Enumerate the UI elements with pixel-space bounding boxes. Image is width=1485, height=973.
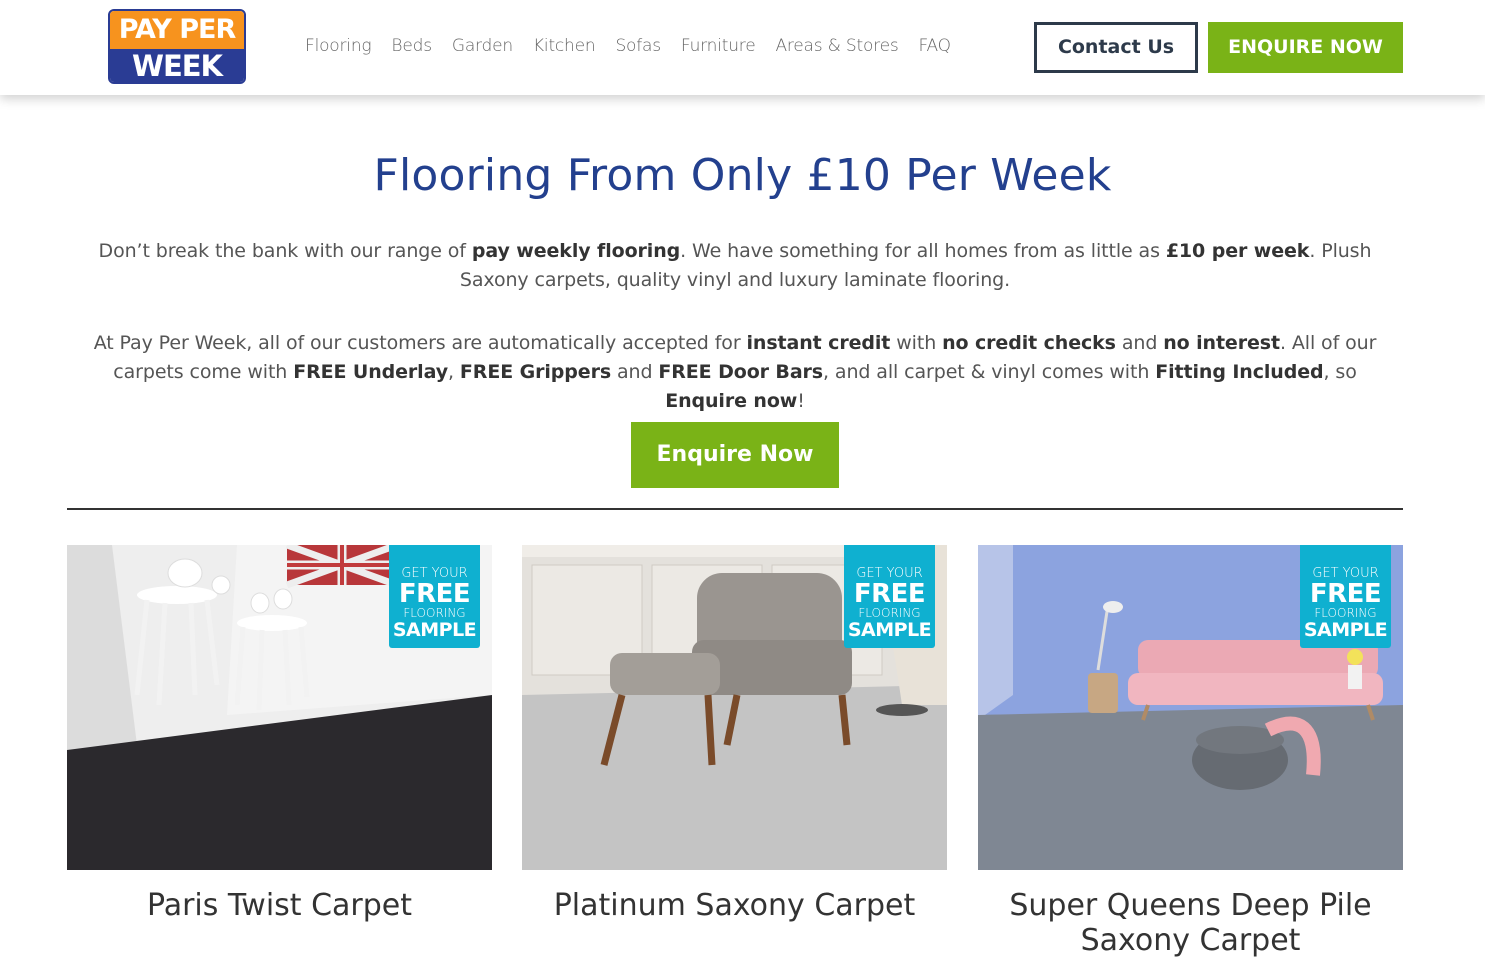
enquire-now-header-button[interactable]: ENQUIRE NOW: [1208, 22, 1403, 73]
badge-line2: FREE: [853, 579, 926, 609]
product-image[interactable]: GET YOUR FREE FLOORING SAMPLE: [522, 545, 947, 870]
product-card[interactable]: GET YOUR FREE FLOORING SAMPLE Platinum S…: [522, 545, 947, 923]
product-title[interactable]: Platinum Saxony Carpet: [522, 888, 947, 923]
text: , so: [1323, 361, 1357, 383]
bold-text: no credit checks: [942, 332, 1116, 354]
pay-per-week-logo[interactable]: PAY PER WEEK: [108, 9, 246, 84]
logo-line1: PAY PER: [110, 11, 244, 49]
intro-paragraph: Don’t break the bank with our range of p…: [70, 237, 1400, 295]
free-sample-badge[interactable]: GET YOUR FREE FLOORING SAMPLE: [1300, 545, 1391, 648]
nav-item-garden[interactable]: Garden: [452, 36, 513, 56]
bold-text: Enquire now: [665, 390, 798, 412]
text: At Pay Per Week, all of our customers ar…: [93, 332, 747, 354]
text: with: [890, 332, 943, 354]
badge-line4: SAMPLE: [847, 619, 932, 641]
text: ,: [448, 361, 460, 383]
badge-line2: FREE: [1309, 579, 1382, 609]
product-image[interactable]: GET YOUR FREE FLOORING SAMPLE: [978, 545, 1403, 870]
free-sample-badge[interactable]: GET YOUR FREE FLOORING SAMPLE: [389, 545, 480, 648]
product-title[interactable]: Paris Twist Carpet: [67, 888, 492, 923]
benefits-paragraph: At Pay Per Week, all of our customers ar…: [70, 329, 1400, 416]
product-card[interactable]: GET YOUR FREE FLOORING SAMPLE Super Quee…: [978, 545, 1403, 958]
text: !: [797, 390, 805, 412]
badge-line4: SAMPLE: [392, 619, 477, 641]
page-title: Flooring From Only £10 Per Week: [373, 150, 1112, 201]
main-nav: Flooring Beds Garden Kitchen Sofas Furni…: [305, 36, 971, 56]
bold-text: Fitting Included: [1155, 361, 1324, 383]
contact-us-button[interactable]: Contact Us: [1034, 22, 1198, 73]
bold-text: no interest: [1163, 332, 1280, 354]
badge-line4: SAMPLE: [1303, 619, 1388, 641]
bold-text: FREE Door Bars: [658, 361, 824, 383]
product-title[interactable]: Super Queens Deep Pile Saxony Carpet: [978, 888, 1403, 958]
text: . We have something for all homes from a…: [680, 240, 1166, 262]
nav-item-areas-stores[interactable]: Areas & Stores: [775, 36, 898, 56]
enquire-now-button[interactable]: Enquire Now: [631, 422, 839, 488]
text: and: [611, 361, 659, 383]
product-card[interactable]: GET YOUR FREE FLOORING SAMPLE Paris Twis…: [67, 545, 492, 923]
site-header: PAY PER WEEK Flooring Beds Garden Kitche…: [0, 0, 1485, 95]
badge-line2: FREE: [398, 579, 471, 609]
nav-item-kitchen[interactable]: Kitchen: [533, 36, 596, 56]
text: , and all carpet & vinyl comes with: [823, 361, 1156, 383]
free-sample-badge[interactable]: GET YOUR FREE FLOORING SAMPLE: [844, 545, 935, 648]
nav-item-beds[interactable]: Beds: [391, 36, 432, 56]
product-image[interactable]: GET YOUR FREE FLOORING SAMPLE: [67, 545, 492, 870]
bold-text: FREE Grippers: [459, 361, 612, 383]
nav-item-furniture[interactable]: Furniture: [681, 36, 756, 56]
nav-item-faq[interactable]: FAQ: [919, 36, 952, 56]
bold-text: instant credit: [746, 332, 891, 354]
nav-item-flooring[interactable]: Flooring: [305, 36, 372, 56]
text: and: [1115, 332, 1164, 354]
section-divider: [67, 508, 1403, 510]
bold-text: FREE Underlay: [293, 361, 449, 383]
bold-text: pay weekly flooring: [471, 240, 681, 262]
logo-line2: WEEK: [110, 49, 244, 82]
nav-item-sofas[interactable]: Sofas: [615, 36, 661, 56]
bold-text: £10 per week: [1165, 240, 1310, 262]
text: Don’t break the bank with our range of: [98, 240, 472, 262]
